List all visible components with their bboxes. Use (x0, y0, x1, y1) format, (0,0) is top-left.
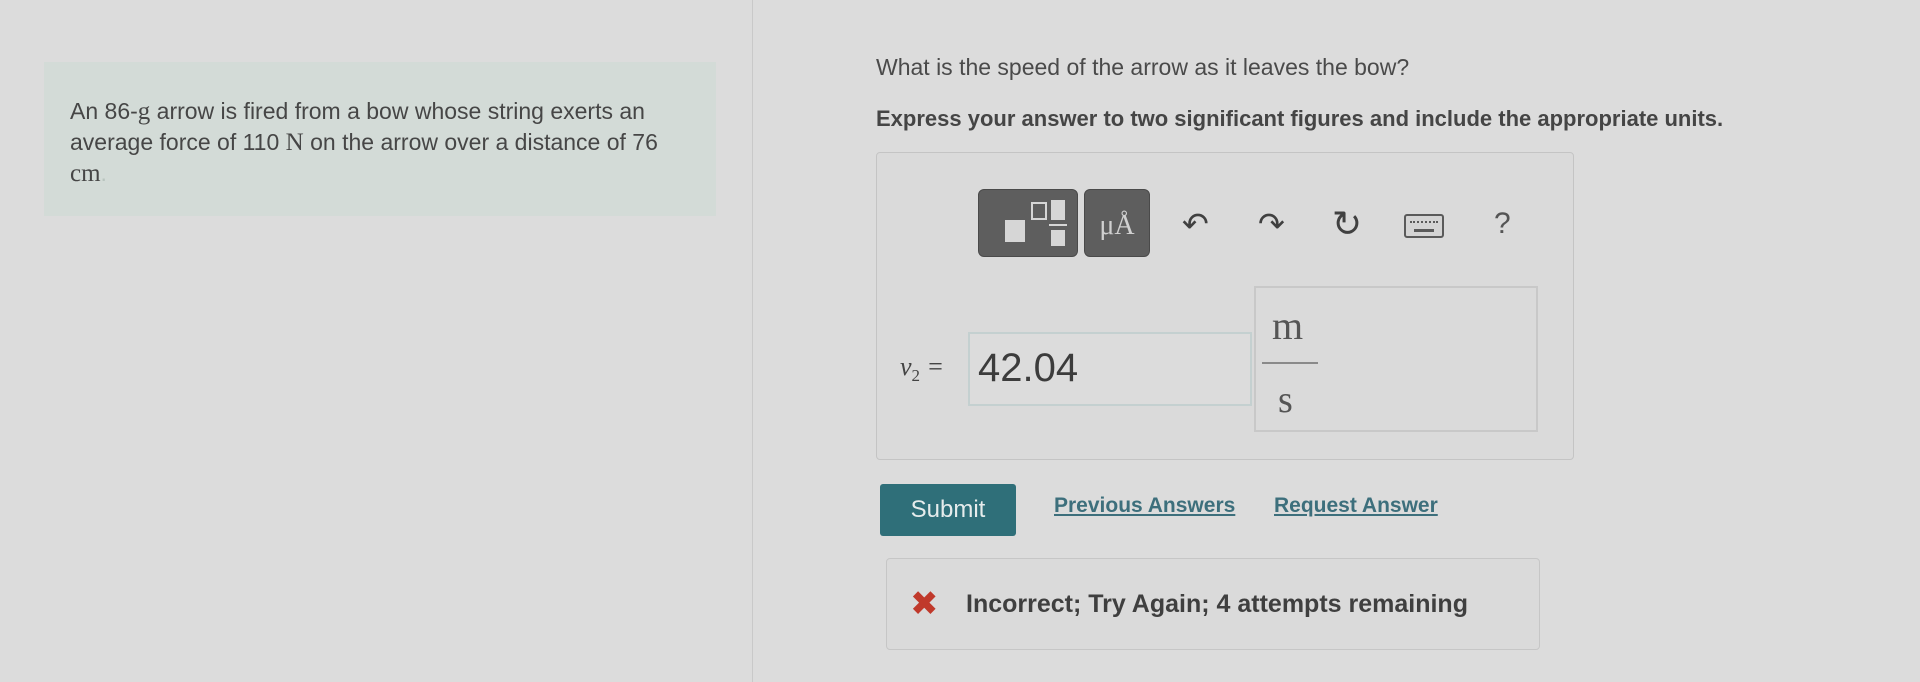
unit-denominator: s (1278, 379, 1293, 421)
variable-subscript: 2 (911, 366, 921, 386)
unit-g: g (137, 98, 151, 125)
previous-answers-link[interactable]: Previous Answers (1054, 494, 1235, 518)
unit-cm: cm (70, 160, 101, 187)
feedback-text: Incorrect; Try Again; 4 attempts remaini… (966, 590, 1468, 618)
unit-n: N (285, 129, 304, 156)
template-sup-icon (1031, 202, 1047, 220)
redo-icon[interactable]: ↷ (1258, 204, 1285, 244)
variable-symbol: v (900, 352, 912, 381)
instruction-text: Express your answer to two significant f… (876, 106, 1724, 131)
template-frac-bar-icon (1049, 224, 1067, 226)
template-icon (1005, 220, 1025, 242)
question-text: What is the speed of the arrow as it lea… (876, 54, 1410, 80)
unit-numerator: m (1272, 303, 1304, 348)
units-button[interactable]: μÅ (1084, 189, 1150, 257)
request-answer-link[interactable]: Request Answer (1274, 494, 1438, 518)
units-label: μÅ (1099, 210, 1135, 241)
help-icon[interactable]: ? (1494, 204, 1511, 244)
submit-button[interactable]: Submit (880, 484, 1016, 536)
value-input[interactable]: 42.04 (968, 332, 1252, 406)
keyboard-icon[interactable] (1404, 214, 1444, 238)
problem-text-3: on the arrow over a distance of 76 (303, 129, 658, 155)
template-frac-bottom-icon (1051, 230, 1065, 246)
problem-end-dot: . (100, 160, 107, 186)
equals-sign: = (920, 352, 945, 381)
undo-icon[interactable]: ↶ (1182, 204, 1209, 244)
problem-statement: An 86-g arrow is fired from a bow whose … (44, 62, 716, 216)
problem-text-1: An 86- (70, 98, 138, 124)
unit-fraction-bar (1262, 362, 1318, 364)
template-frac-top-icon (1051, 200, 1065, 220)
error-x-icon: ✖ (910, 585, 939, 623)
variable-label: v2 = (900, 352, 944, 386)
templates-button[interactable] (978, 189, 1078, 257)
column-divider (752, 0, 753, 682)
reset-icon[interactable]: ↻ (1332, 204, 1362, 244)
